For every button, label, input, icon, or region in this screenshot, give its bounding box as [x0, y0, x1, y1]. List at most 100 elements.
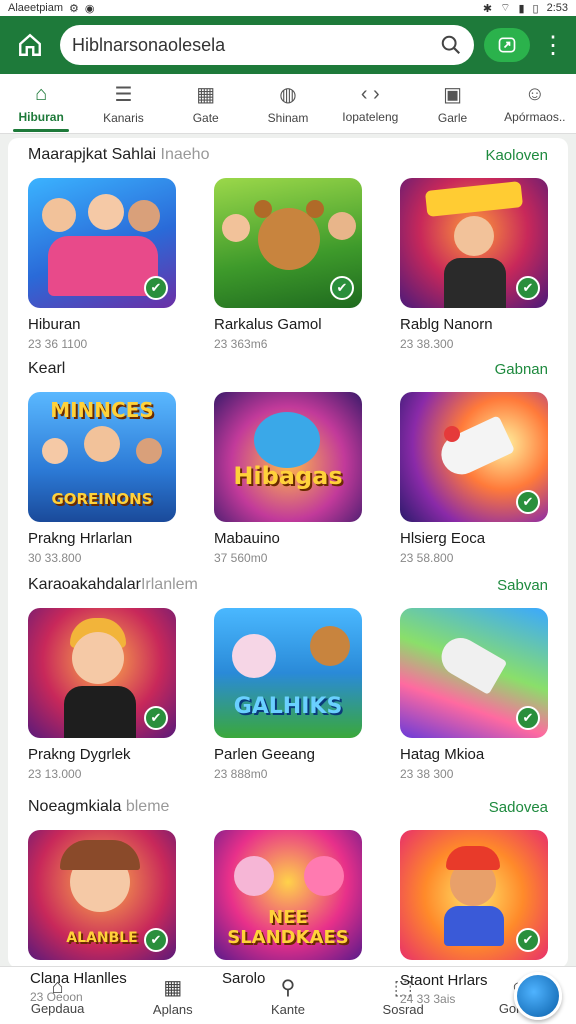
arrows-icon: ‹ ›	[360, 83, 380, 105]
game-card[interactable]: MINNCES GOREINONS Prakng Hrlarlan 30 33.…	[28, 392, 176, 565]
game-thumbnail[interactable]: ✔	[28, 178, 176, 308]
game-title: Staont Hrlars	[400, 972, 488, 989]
tab-kanaris[interactable]: ☰ Kanaris	[87, 74, 159, 134]
game-meta: 23 38.300	[400, 337, 454, 351]
game-card[interactable]: ✔ Rablg Nanorn 23 38.300	[400, 178, 548, 351]
search-icon[interactable]	[440, 34, 462, 56]
game-title: Hlsierg Eoca	[400, 530, 486, 547]
game-banner: NEE SLANDKAES	[227, 907, 349, 948]
game-title: Hatag Mkioa	[400, 746, 485, 763]
game-card[interactable]: ✔	[400, 830, 548, 960]
carrier-text: Alaeetpiam	[8, 2, 64, 14]
tab-gate[interactable]: ▦ Gate	[170, 74, 242, 134]
game-title: Prakng Dygrlek	[28, 746, 131, 763]
content-panel: Maarapjkat Sahlai Inaeho Kaoloven ✔ Hibu…	[8, 138, 568, 968]
game-meta: 23 13.000	[28, 767, 82, 781]
see-more-link[interactable]: Sabvan	[497, 577, 548, 594]
tab-garle[interactable]: ▣ Garle	[417, 74, 489, 134]
category-tabs: ⌂ Hiburan ☰ Kanaris ▦ Gate ◍ Shinam ‹ › …	[0, 74, 576, 134]
game-meta: 23 888m0	[214, 767, 268, 781]
section-1: Maarapjkat Sahlai Inaeho Kaoloven ✔ Hibu…	[8, 140, 568, 351]
play-icon: ✔	[516, 490, 540, 514]
game-card[interactable]: ✔ Rarkalus Gamol 23 363m6	[214, 178, 362, 351]
game-title: Sarolo	[222, 970, 266, 987]
globe-button[interactable]	[514, 972, 562, 1020]
tab-label: Hiburan	[18, 110, 64, 124]
game-thumbnail[interactable]: ✔	[400, 608, 548, 738]
notification-icon: ◉	[84, 2, 95, 15]
game-thumbnail[interactable]: ✔	[400, 392, 548, 522]
battery-icon: ▯	[532, 2, 539, 15]
tab-label: Gate	[192, 111, 219, 125]
bluetooth-icon: ✱	[482, 2, 493, 15]
people-icon: ☺	[524, 83, 546, 105]
nav-label: Kante	[270, 1001, 305, 1017]
game-meta: 23 58.800	[400, 551, 454, 565]
game-meta: 23 Oeoon	[30, 990, 83, 1004]
game-thumbnail[interactable]: ✔	[214, 178, 362, 308]
game-thumbnail[interactable]: ✔	[400, 178, 548, 308]
tab-label: Apórmaos..	[504, 110, 566, 124]
tab-apormaos[interactable]: ☺ Apórmaos..	[499, 74, 571, 134]
game-card[interactable]: Hibagas Mabauino 37 560m0	[214, 392, 362, 565]
game-card[interactable]: ✔ Hiburan 23 36 1100	[28, 178, 176, 351]
tab-hiburan[interactable]: ⌂ Hiburan	[5, 74, 77, 134]
section-4: Noeagmkiala bleme Sadovea ALANBLE ✔ NEE …	[8, 792, 568, 960]
game-thumbnail[interactable]: ✔	[28, 608, 176, 738]
game-thumbnail[interactable]: Hibagas	[214, 392, 362, 522]
tab-iopateleng[interactable]: ‹ › Iopateleng	[334, 74, 406, 134]
game-banner: GALHIKS	[233, 694, 343, 719]
game-title: Rablg Nanorn	[400, 316, 493, 333]
list-icon: ☰	[114, 84, 133, 106]
game-card[interactable]: GALHIKS Parlen Geeang 23 888m0	[214, 608, 362, 781]
search-input[interactable]: Hiblnarsonaolesela	[72, 35, 440, 56]
section-2: Kearl Gabnan MINNCES GOREINONS Prakng Hr…	[8, 354, 568, 565]
play-icon: ✔	[144, 276, 168, 300]
tab-shinam[interactable]: ◍ Shinam	[252, 74, 324, 134]
share-icon	[498, 37, 516, 53]
game-title: Rarkalus Gamol	[214, 316, 322, 333]
home-icon: ⌂	[35, 83, 48, 105]
game-meta: 23 36 1100	[28, 337, 88, 351]
game-meta: 23 363m6	[214, 337, 268, 351]
game-thumbnail[interactable]: ✔	[400, 830, 548, 960]
section-title: KaraoakahdalarIrlanlem	[28, 576, 198, 593]
game-card[interactable]: ✔ Hlsierg Eoca 23 58.800	[400, 392, 548, 565]
more-options-icon[interactable]: ⋮	[540, 31, 566, 60]
game-thumbnail[interactable]: NEE SLANDKAES	[214, 830, 362, 960]
game-banner-bottom: GOREINONS	[51, 490, 153, 508]
see-more-link[interactable]: Sadovea	[489, 799, 548, 816]
share-button[interactable]	[484, 28, 530, 62]
image-icon: ▣	[443, 84, 462, 106]
game-card[interactable]: NEE SLANDKAES	[214, 830, 362, 960]
home-button[interactable]	[10, 25, 50, 65]
nav-aplans[interactable]: ▦ Aplans	[133, 975, 213, 1017]
see-more-link[interactable]: Gabnan	[495, 361, 548, 378]
game-banner-top: MINNCES	[50, 398, 154, 422]
game-thumbnail[interactable]: MINNCES GOREINONS	[28, 392, 176, 522]
game-thumbnail[interactable]: ALANBLE ✔	[28, 830, 176, 960]
settings-icon: ⚙	[69, 2, 79, 15]
search-icon: ⚲	[280, 976, 296, 999]
game-card[interactable]: ✔ Hatag Mkioa 23 38 300	[400, 608, 548, 781]
game-meta: 37 560m0	[214, 551, 268, 565]
play-icon: ✔	[516, 706, 540, 730]
game-title: Clana Hlanlles	[30, 970, 127, 987]
calendar-icon: ▦	[196, 84, 216, 106]
game-meta: 24 33 3ais	[400, 992, 456, 1006]
tab-label: Iopateleng	[342, 110, 399, 124]
game-thumbnail[interactable]: GALHIKS	[214, 608, 362, 738]
see-more-link[interactable]: Kaoloven	[485, 147, 548, 164]
search-bar[interactable]: Hiblnarsonaolesela	[60, 25, 474, 65]
play-icon: ✔	[516, 276, 540, 300]
play-icon: ✔	[330, 276, 354, 300]
game-card[interactable]: ✔ Prakng Dygrlek 23 13.000	[28, 608, 176, 781]
section-title: Maarapjkat Sahlai Inaeho	[28, 146, 210, 163]
tab-label: Kanaris	[103, 111, 144, 125]
nav-label: Aplans	[152, 1001, 193, 1017]
clock-text: 2:53	[546, 2, 568, 14]
play-icon: ✔	[144, 928, 168, 952]
play-icon: ✔	[516, 928, 540, 952]
top-app-bar: Hiblnarsonaolesela ⋮	[0, 16, 576, 74]
game-card[interactable]: ALANBLE ✔	[28, 830, 176, 960]
